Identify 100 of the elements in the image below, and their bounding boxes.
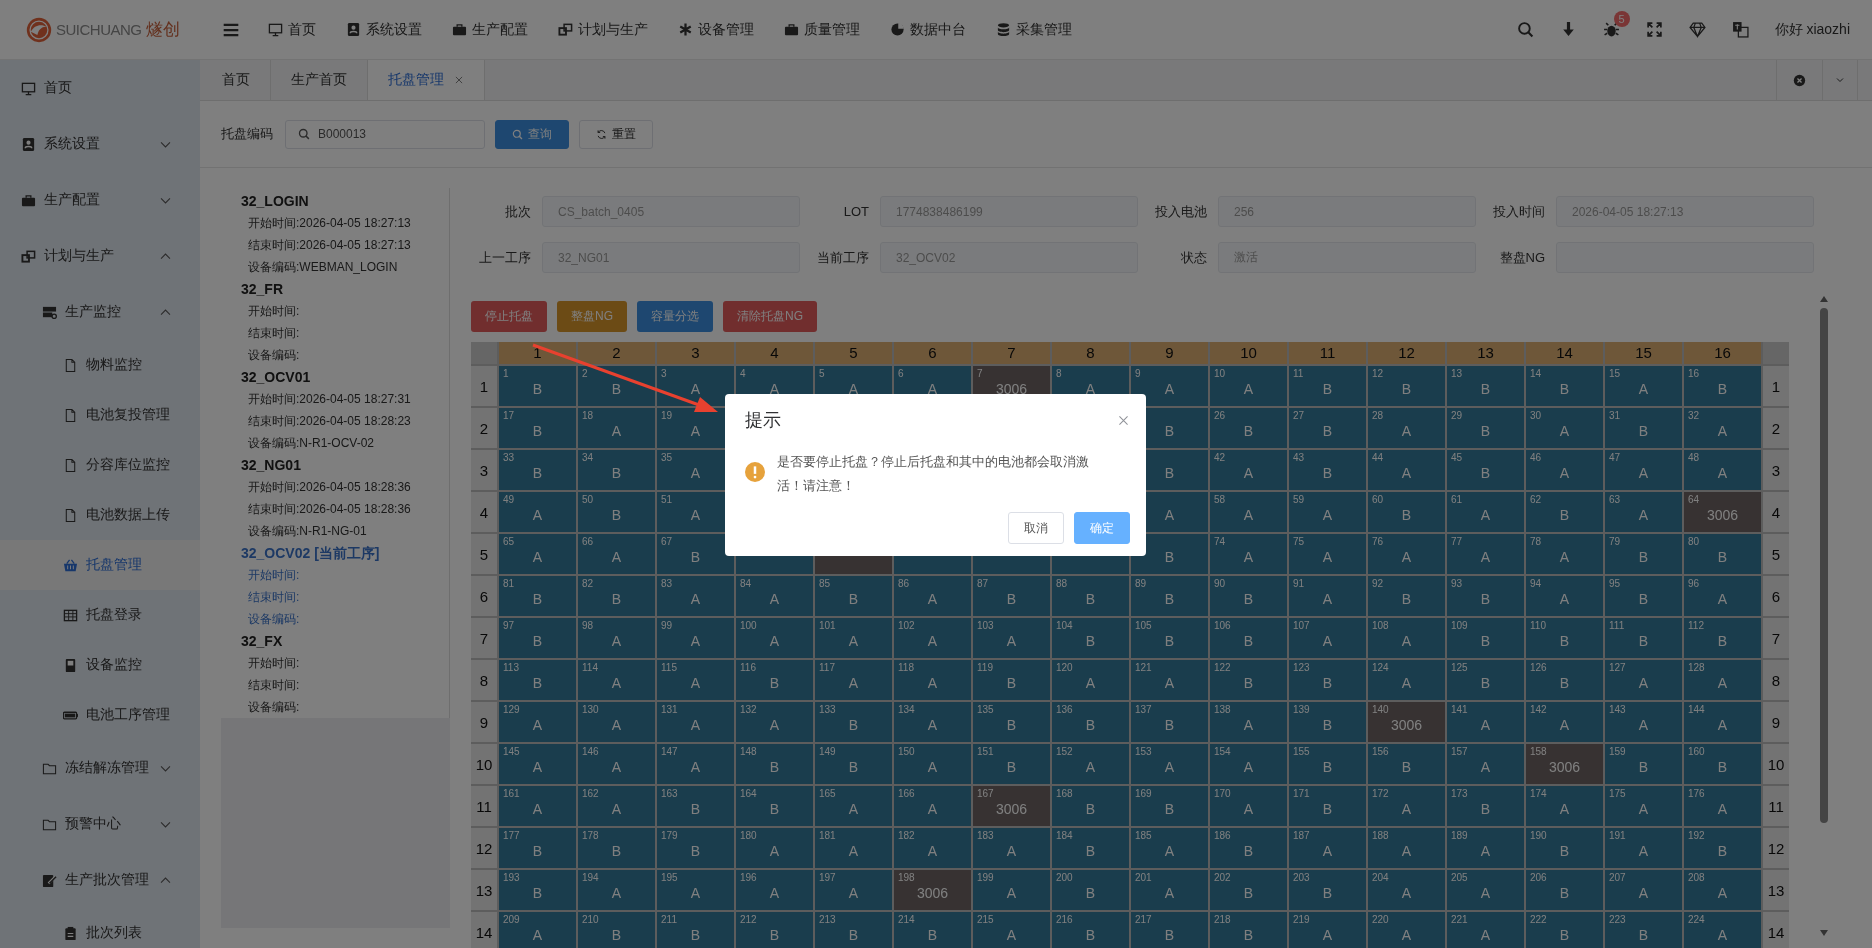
battery-slot[interactable]: 177 B: [499, 828, 576, 868]
battery-slot[interactable]: 135 B: [973, 702, 1050, 742]
nav-link[interactable]: 系统设置: [346, 20, 422, 39]
battery-slot[interactable]: 45 B: [1447, 450, 1524, 490]
fullscreen-icon[interactable]: [1645, 21, 1663, 38]
battery-slot[interactable]: 94 A: [1526, 576, 1603, 616]
battery-slot[interactable]: 123 B: [1289, 660, 1366, 700]
battery-slot[interactable]: 201 A: [1131, 870, 1208, 910]
sidebar-item[interactable]: 系统设置: [0, 116, 200, 172]
battery-slot[interactable]: 154 A: [1210, 744, 1287, 784]
sidebar-item[interactable]: 托盘管理: [0, 540, 200, 590]
battery-slot[interactable]: 180 A: [736, 828, 813, 868]
scrollbar[interactable]: [1819, 296, 1829, 936]
battery-slot[interactable]: 90 B: [1210, 576, 1287, 616]
battery-slot[interactable]: 137 B: [1131, 702, 1208, 742]
battery-slot[interactable]: 162 A: [578, 786, 655, 826]
battery-slot[interactable]: 30 A: [1526, 408, 1603, 448]
battery-slot[interactable]: 86 A: [894, 576, 971, 616]
battery-slot[interactable]: 200 B: [1052, 870, 1129, 910]
battery-slot[interactable]: 66 A: [578, 534, 655, 574]
sidebar-item[interactable]: 分容库位监控: [0, 440, 200, 490]
battery-slot[interactable]: 126 B: [1526, 660, 1603, 700]
battery-slot[interactable]: 127 A: [1605, 660, 1682, 700]
nav-link[interactable]: 设备管理: [678, 20, 754, 39]
sidebar-item[interactable]: 生产监控: [0, 284, 200, 340]
battery-slot[interactable]: 81 B: [499, 576, 576, 616]
battery-slot[interactable]: 171 B: [1289, 786, 1366, 826]
battery-slot[interactable]: 153 A: [1131, 744, 1208, 784]
search-field[interactable]: B000013: [285, 119, 485, 149]
battery-slot[interactable]: 44 A: [1368, 450, 1445, 490]
battery-slot[interactable]: 62 B: [1526, 492, 1603, 532]
battery-slot[interactable]: 163 B: [657, 786, 734, 826]
battery-slot[interactable]: 9 A: [1131, 366, 1208, 406]
sidebar-item[interactable]: 生产批次管理: [0, 852, 200, 908]
sidebar-item[interactable]: 电池数据上传: [0, 490, 200, 540]
battery-slot[interactable]: 83 A: [657, 576, 734, 616]
battery-slot[interactable]: 172 A: [1368, 786, 1445, 826]
battery-slot[interactable]: 13 B: [1447, 366, 1524, 406]
battery-slot[interactable]: 79 B: [1605, 534, 1682, 574]
battery-slot[interactable]: 59 A: [1289, 492, 1366, 532]
battery-slot[interactable]: 160 B: [1684, 744, 1761, 784]
battery-slot[interactable]: 110 B: [1526, 618, 1603, 658]
battery-slot[interactable]: 221 A: [1447, 912, 1524, 948]
battery-slot[interactable]: 49 A: [499, 492, 576, 532]
battery-slot[interactable]: 195 A: [657, 870, 734, 910]
battery-slot[interactable]: 91 A: [1289, 576, 1366, 616]
battery-slot[interactable]: 88 B: [1052, 576, 1129, 616]
nav-link[interactable]: 计划与生产: [558, 20, 648, 39]
ng-slot[interactable]: 140 3006: [1368, 702, 1445, 742]
battery-slot[interactable]: 182 A: [894, 828, 971, 868]
battery-slot[interactable]: 199 A: [973, 870, 1050, 910]
battery-slot[interactable]: 175 A: [1605, 786, 1682, 826]
battery-slot[interactable]: 155 B: [1289, 744, 1366, 784]
battery-slot[interactable]: 1 B: [499, 366, 576, 406]
battery-slot[interactable]: 132 A: [736, 702, 813, 742]
battery-slot[interactable]: 122 B: [1210, 660, 1287, 700]
battery-slot[interactable]: 144 A: [1684, 702, 1761, 742]
sidebar-item[interactable]: 预警中心: [0, 796, 200, 852]
sidebar-item[interactable]: 设备监控: [0, 640, 200, 690]
battery-slot[interactable]: 85 B: [815, 576, 892, 616]
battery-slot[interactable]: 165 A: [815, 786, 892, 826]
battery-slot[interactable]: 222 B: [1526, 912, 1603, 948]
battery-slot[interactable]: 108 A: [1368, 618, 1445, 658]
battery-slot[interactable]: 215 A: [973, 912, 1050, 948]
battery-slot[interactable]: 145 A: [499, 744, 576, 784]
tab[interactable]: 托盘管理: [368, 60, 485, 100]
battery-slot[interactable]: 102 A: [894, 618, 971, 658]
battery-slot[interactable]: 131 A: [657, 702, 734, 742]
battery-slot[interactable]: 214 B: [894, 912, 971, 948]
battery-slot[interactable]: 204 A: [1368, 870, 1445, 910]
battery-slot[interactable]: 98 A: [578, 618, 655, 658]
battery-slot[interactable]: 84 A: [736, 576, 813, 616]
ng-slot[interactable]: 198 3006: [894, 870, 971, 910]
battery-slot[interactable]: 14 B: [1526, 366, 1603, 406]
battery-slot[interactable]: 67 B: [657, 534, 734, 574]
battery-slot[interactable]: 147 A: [657, 744, 734, 784]
battery-slot[interactable]: 58 A: [1210, 492, 1287, 532]
battery-slot[interactable]: 208 A: [1684, 870, 1761, 910]
battery-slot[interactable]: 181 A: [815, 828, 892, 868]
battery-slot[interactable]: 117 A: [815, 660, 892, 700]
battery-slot[interactable]: 216 B: [1052, 912, 1129, 948]
battery-slot[interactable]: 92 B: [1368, 576, 1445, 616]
battery-slot[interactable]: 224 A: [1684, 912, 1761, 948]
battery-slot[interactable]: 146 A: [578, 744, 655, 784]
battery-slot[interactable]: 107 A: [1289, 618, 1366, 658]
reset-button[interactable]: 重置: [579, 119, 653, 149]
battery-slot[interactable]: 43 B: [1289, 450, 1366, 490]
battery-slot[interactable]: 111 B: [1605, 618, 1682, 658]
bug-icon[interactable]: [1602, 21, 1620, 38]
battery-slot[interactable]: 185 A: [1131, 828, 1208, 868]
battery-slot[interactable]: 212 B: [736, 912, 813, 948]
battery-slot[interactable]: 148 B: [736, 744, 813, 784]
battery-slot[interactable]: 133 B: [815, 702, 892, 742]
sidebar-item[interactable]: 电池复投管理: [0, 390, 200, 440]
battery-slot[interactable]: 65 A: [499, 534, 576, 574]
battery-slot[interactable]: 138 A: [1210, 702, 1287, 742]
battery-slot[interactable]: 152 A: [1052, 744, 1129, 784]
battery-slot[interactable]: 82 B: [578, 576, 655, 616]
battery-slot[interactable]: 124 A: [1368, 660, 1445, 700]
battery-slot[interactable]: 129 A: [499, 702, 576, 742]
